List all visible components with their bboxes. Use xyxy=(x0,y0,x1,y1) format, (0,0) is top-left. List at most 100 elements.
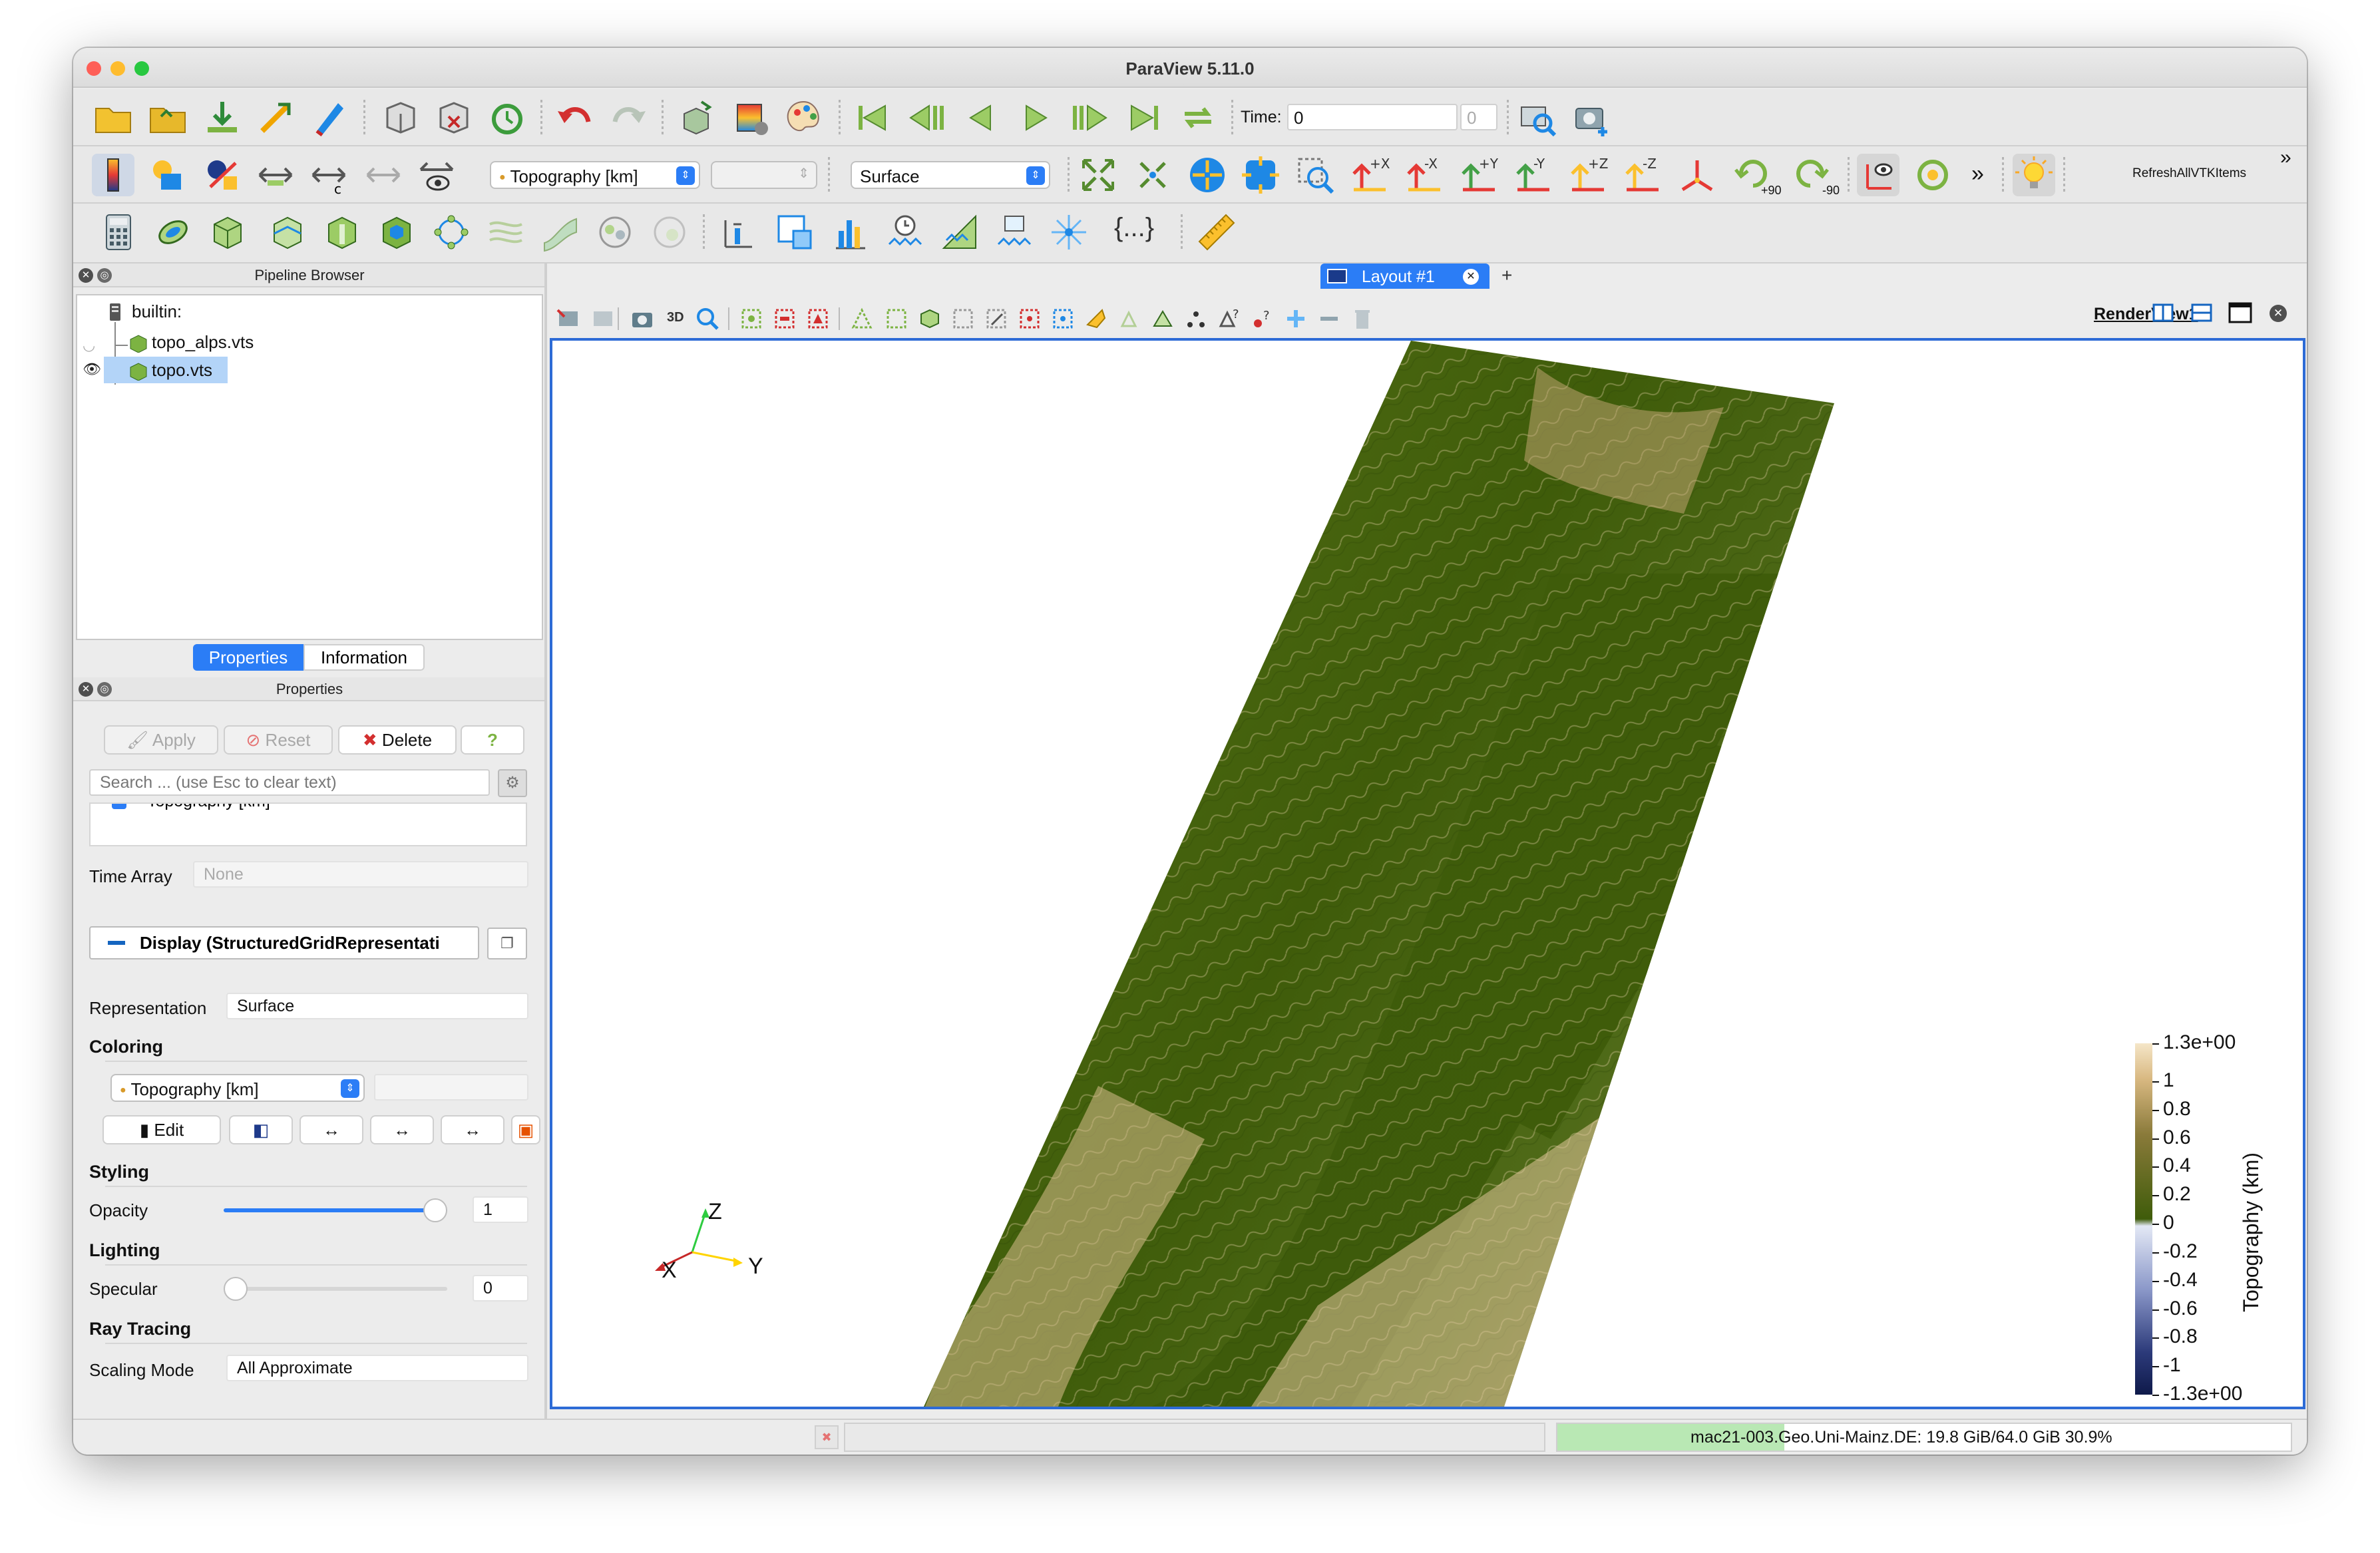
glyph-icon[interactable] xyxy=(430,211,473,254)
capture-view-icon[interactable] xyxy=(555,305,583,333)
select-cells-through-icon[interactable] xyxy=(848,305,876,333)
threshold-icon[interactable] xyxy=(321,211,363,254)
tab-properties[interactable]: Properties xyxy=(193,644,303,671)
connect-icon[interactable] xyxy=(379,96,422,139)
array-list-item[interactable]: •• Topography [km] xyxy=(112,804,270,811)
play-icon[interactable] xyxy=(1014,96,1057,139)
rescale-visible-button[interactable]: ↔ xyxy=(441,1115,504,1144)
time-array-select[interactable]: None xyxy=(193,861,528,888)
representation-combo[interactable]: Surface ⇕ xyxy=(851,161,1050,189)
select-block-icon[interactable] xyxy=(916,305,944,333)
delete-button[interactable]: ✖ Delete xyxy=(338,725,457,755)
camera-icon[interactable] xyxy=(628,305,656,333)
select-polygon-points-icon[interactable] xyxy=(982,305,1010,333)
first-frame-icon[interactable] xyxy=(851,96,893,139)
zoom-to-data-icon[interactable] xyxy=(1186,154,1229,196)
maximize-view-icon[interactable] xyxy=(2227,299,2254,326)
undo-icon[interactable] xyxy=(554,96,596,139)
orientation-axes-interactivity-icon[interactable] xyxy=(1911,154,1954,196)
select-points-on-icon[interactable] xyxy=(771,305,799,333)
view-minus-z-icon[interactable]: -Z xyxy=(1621,154,1664,196)
disconnect-icon[interactable] xyxy=(433,96,475,139)
query-selection-icon[interactable]: ? xyxy=(1215,305,1243,333)
shrink-selection-icon[interactable] xyxy=(1182,305,1210,333)
add-layout-tab-button[interactable]: + xyxy=(1501,265,1512,286)
rescale-visible-range-icon[interactable] xyxy=(415,154,458,196)
slice-icon[interactable] xyxy=(266,211,309,254)
copy-icon[interactable]: ❐ xyxy=(487,928,527,959)
select-cells-on-icon[interactable] xyxy=(737,305,765,333)
scaling-mode-select[interactable]: All Approximate xyxy=(226,1355,528,1381)
overflow-chevron-icon[interactable]: » xyxy=(1971,161,1984,187)
float-panel-icon[interactable]: ◎ xyxy=(97,268,112,283)
edit-colormap-icon[interactable] xyxy=(729,96,772,139)
extract-selection-icon[interactable] xyxy=(1048,211,1090,254)
edit-color-map-icon[interactable] xyxy=(146,154,189,196)
screenshot-icon[interactable] xyxy=(1571,96,1613,139)
pipeline-item-topo-alps[interactable]: topo_alps.vts xyxy=(152,330,254,354)
help-button[interactable]: ? xyxy=(461,725,524,755)
save-state-icon[interactable] xyxy=(254,96,297,139)
open-file-icon[interactable] xyxy=(92,96,134,139)
array-list[interactable]: •• Topography [km] xyxy=(89,802,527,846)
memory-inspector[interactable]: mac21-003.Geo.Uni-Mainz.DE: 19.8 GiB/64.… xyxy=(1556,1423,2292,1452)
clip-icon[interactable] xyxy=(206,211,249,254)
grow-selection-icon[interactable] xyxy=(1149,305,1177,333)
render-view[interactable]: Z Y X Topography (km) 1.3e+00 1 0.8 0.6 0.4 0… xyxy=(550,338,2305,1409)
select-frustum-icon[interactable] xyxy=(804,305,832,333)
extract-subset-icon[interactable] xyxy=(375,211,418,254)
plot-selection-over-time-icon[interactable] xyxy=(938,211,981,254)
coloring-combo[interactable]: ● Topography [km] ⇕ xyxy=(110,1074,365,1102)
center-axes-visibility-icon[interactable] xyxy=(1857,154,1899,196)
reverse-play-icon[interactable] xyxy=(960,96,1002,139)
subtract-selection-icon[interactable] xyxy=(1315,305,1343,333)
clear-selection-icon[interactable] xyxy=(1348,305,1376,333)
hover-cells-icon[interactable] xyxy=(1115,305,1143,333)
calculator-icon[interactable] xyxy=(97,211,140,254)
plot-over-line-icon[interactable] xyxy=(717,211,760,254)
probe-over-time-icon[interactable] xyxy=(993,211,1036,254)
color-by-combo[interactable]: ● Topography [km] ⇕ xyxy=(490,161,700,189)
view-plus-z-icon[interactable]: +Z xyxy=(1567,154,1609,196)
contour-icon[interactable] xyxy=(152,211,194,254)
rescale-data-button[interactable]: ↔ xyxy=(299,1115,363,1144)
palette-icon[interactable] xyxy=(783,96,825,139)
view-minus-x-icon[interactable]: -X xyxy=(1403,154,1446,196)
checkbox-icon[interactable] xyxy=(112,804,126,810)
ruler-icon[interactable] xyxy=(1195,211,1238,254)
specular-field[interactable]: 0 xyxy=(473,1275,528,1301)
edit-colormap-button[interactable]: ▮ Edit xyxy=(102,1115,221,1144)
use-separate-colormap-icon[interactable] xyxy=(201,154,244,196)
group-datasets-icon[interactable] xyxy=(594,211,636,254)
point-query-icon[interactable]: ? xyxy=(1249,305,1277,333)
close-panel-icon[interactable]: ✕ xyxy=(79,268,93,283)
split-vertical-icon[interactable] xyxy=(2188,299,2215,326)
zoom-closest-to-data-icon[interactable] xyxy=(1239,154,1282,196)
find-data-icon[interactable] xyxy=(1516,96,1559,139)
view-plus-y-icon[interactable]: +Y xyxy=(1458,154,1500,196)
close-progress-icon[interactable]: ✖ xyxy=(815,1425,839,1449)
toggle-color-legend-icon[interactable] xyxy=(92,154,134,196)
pipeline-item-builtin[interactable]: builtin: xyxy=(132,299,182,323)
zoom-view-icon[interactable] xyxy=(694,305,721,333)
search-properties-input[interactable]: Search ... (use Esc to clear text) xyxy=(89,769,490,796)
rescale-custom-range-icon[interactable]: c xyxy=(307,154,350,196)
opacity-slider-track[interactable] xyxy=(224,1198,447,1222)
render-view-title[interactable]: RenderView1 xyxy=(2094,305,2198,324)
save-data-icon[interactable] xyxy=(307,96,350,139)
component-combo[interactable]: ⇕ xyxy=(711,161,817,189)
specular-slider-track[interactable] xyxy=(224,1277,447,1301)
reset-session-icon[interactable] xyxy=(486,96,528,139)
reset-button[interactable]: ⊘ Reset xyxy=(224,725,333,755)
time-index-spinbox[interactable]: 0 xyxy=(1460,104,1497,130)
refresh-all-vtk-items-button[interactable]: RefreshAllVTKItems xyxy=(2132,166,2246,181)
more-coloring-button[interactable]: ▣ xyxy=(511,1115,540,1144)
loop-icon[interactable] xyxy=(1177,96,1219,139)
representation-select[interactable]: Surface xyxy=(226,993,528,1019)
rescale-custom-button[interactable]: ↔ xyxy=(370,1115,434,1144)
add-selection-icon[interactable] xyxy=(1282,305,1310,333)
reset-camera-icon[interactable] xyxy=(1077,154,1119,196)
next-frame-icon[interactable] xyxy=(1069,96,1111,139)
toggle-3d-button[interactable]: 3D xyxy=(667,310,684,325)
rescale-temporal-range-icon[interactable] xyxy=(362,154,405,196)
